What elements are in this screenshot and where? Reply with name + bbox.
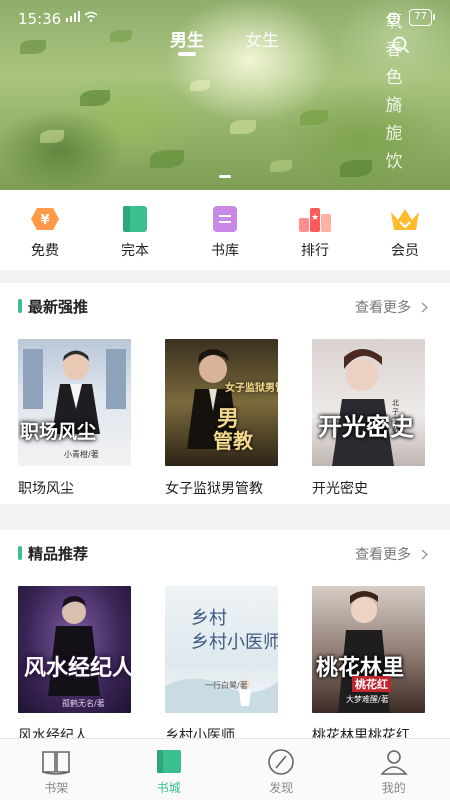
category-nav: ¥ 免费 完本 书库 ★ 排行 会员 xyxy=(0,190,450,270)
wifi-icon xyxy=(84,11,98,22)
category-free[interactable]: ¥ 免费 xyxy=(0,190,90,270)
tab-active-indicator xyxy=(178,52,196,56)
cover-title: 女子监狱男管教 xyxy=(225,383,278,394)
cover-author: 北子衣 著 xyxy=(392,399,399,434)
book-cover[interactable]: 开光密史 北子衣 著 xyxy=(312,339,425,466)
book-row: 风水经纪人 孤鹤无名/著 风水经纪人 乡村 乡村小医师 一行白鹭/著 乡村小医师… xyxy=(18,586,425,745)
section-accent-bar xyxy=(18,546,22,560)
nav-discover[interactable]: 发现 xyxy=(225,739,338,800)
coin-icon: ¥ xyxy=(28,204,62,234)
book-card[interactable]: 职场风尘 小青柑/著 职场风尘 xyxy=(18,339,131,498)
signal-icon xyxy=(66,11,80,22)
book-icon xyxy=(118,204,152,234)
nav-label: 我的 xyxy=(381,781,406,795)
book-title: 女子监狱男管教 xyxy=(165,481,263,497)
cover-figure xyxy=(332,349,394,466)
see-more-label: 查看更多 xyxy=(355,547,411,563)
section-latest-recommend: 最新强推 查看更多 职场风尘 小青柑/著 职场风尘 男 管教 女子监狱男管教 女… xyxy=(0,283,450,504)
see-more-link[interactable]: 查看更多 xyxy=(355,297,428,317)
cover-subtitle: 桃花红 xyxy=(352,676,391,692)
cover-title: 管教 xyxy=(213,429,253,453)
category-library[interactable]: 书库 xyxy=(180,190,270,270)
cover-title: 乡村小医师 xyxy=(191,632,278,653)
leaf-decoration xyxy=(270,160,292,172)
nav-label: 发现 xyxy=(269,781,294,795)
category-label: 完本 xyxy=(121,243,149,259)
book-cover[interactable]: 桃花林里 桃花红 大梦难醒/著 xyxy=(312,586,425,713)
book-cover[interactable]: 职场风尘 小青柑/著 xyxy=(18,339,131,466)
nav-label: 书架 xyxy=(44,781,69,795)
tab-male[interactable]: 男生 xyxy=(170,26,204,51)
banner-carousel[interactable]: 氧春色旖旎饮 15:36 77 男生 女生 xyxy=(0,0,450,190)
rank-icon: ★ xyxy=(298,204,332,234)
cover-title: 风水经纪人 xyxy=(24,655,131,681)
book-cover[interactable]: 乡村 乡村小医师 一行白鹭/著 xyxy=(165,586,278,713)
leaf-decoration xyxy=(150,150,184,168)
nav-bookshelf[interactable]: 书架 xyxy=(0,739,113,800)
leaf-decoration xyxy=(40,130,64,143)
category-label: 排行 xyxy=(301,243,329,259)
section-header: 最新强推 查看更多 xyxy=(0,283,450,327)
cover-title: 乡村 xyxy=(191,608,227,629)
category-label: 书库 xyxy=(211,243,239,259)
see-more-link[interactable]: 查看更多 xyxy=(355,544,428,564)
compass-icon xyxy=(268,749,295,775)
chevron-right-icon xyxy=(421,548,428,560)
svg-text:¥: ¥ xyxy=(40,213,49,228)
book-card[interactable]: 桃花林里 桃花红 大梦难醒/著 桃花林里桃花红 xyxy=(312,586,425,745)
library-icon xyxy=(208,204,242,234)
section-header: 精品推荐 查看更多 xyxy=(0,530,450,574)
cover-author: 小青柑/著 xyxy=(64,450,99,459)
chevron-right-icon xyxy=(421,301,428,313)
cover-author: 一行白鹭/著 xyxy=(205,681,248,690)
cover-title: 职场风尘 xyxy=(20,421,97,443)
bottom-nav: 书架 书城 发现 我的 xyxy=(0,738,450,800)
search-icon xyxy=(392,36,409,53)
search-button[interactable] xyxy=(390,34,412,56)
book-cover[interactable]: 男 管教 女子监狱男管教 xyxy=(165,339,278,466)
category-label: 免费 xyxy=(31,243,59,259)
leaf-decoration xyxy=(300,110,328,125)
book-card[interactable]: 风水经纪人 孤鹤无名/著 风水经纪人 xyxy=(18,586,131,745)
nav-label: 书城 xyxy=(156,781,181,795)
book-cover[interactable]: 风水经纪人 孤鹤无名/著 xyxy=(18,586,131,713)
profile-icon xyxy=(380,750,408,775)
leaf-decoration xyxy=(340,160,372,177)
crown-icon xyxy=(388,204,422,234)
gender-tabs: 男生 女生 xyxy=(0,26,450,62)
see-more-label: 查看更多 xyxy=(355,300,411,316)
book-title: 职场风尘 xyxy=(18,481,74,497)
book-card[interactable]: 男 管教 女子监狱男管教 女子监狱男管教 xyxy=(165,339,278,498)
section-title: 最新强推 xyxy=(28,298,89,316)
carousel-indicator xyxy=(219,175,231,178)
tab-female[interactable]: 女生 xyxy=(245,26,279,51)
bookstore-icon xyxy=(156,750,181,773)
cover-author: 孤鹤无名/著 xyxy=(62,699,105,708)
section-accent-bar xyxy=(18,299,22,313)
section-premium-recommend: 精品推荐 查看更多 风水经纪人 孤鹤无名/著 风水经纪人 乡村 乡村小医师 一行… xyxy=(0,530,450,744)
battery-indicator: 77 xyxy=(409,9,435,26)
status-icons xyxy=(66,11,98,22)
bookshelf-icon xyxy=(42,751,71,775)
svg-text:★: ★ xyxy=(311,213,319,223)
leaf-decoration xyxy=(190,80,210,91)
book-card[interactable]: 乡村 乡村小医师 一行白鹭/著 乡村小医师 xyxy=(165,586,278,745)
category-completed[interactable]: 完本 xyxy=(90,190,180,270)
leaf-decoration xyxy=(230,120,256,134)
category-vip[interactable]: 会员 xyxy=(360,190,450,270)
section-title: 精品推荐 xyxy=(28,545,89,563)
alarm-icon xyxy=(388,12,401,24)
nav-profile[interactable]: 我的 xyxy=(338,739,450,800)
leaf-decoration xyxy=(80,90,110,106)
book-row: 职场风尘 小青柑/著 职场风尘 男 管教 女子监狱男管教 女子监狱男管教 开光密… xyxy=(18,339,425,498)
book-card[interactable]: 开光密史 北子衣 著 开光密史 xyxy=(312,339,425,498)
nav-bookstore[interactable]: 书城 xyxy=(113,739,226,800)
status-right: 77 xyxy=(387,9,435,26)
category-label: 会员 xyxy=(391,243,419,259)
book-title: 开光密史 xyxy=(312,481,368,497)
cover-author: 大梦难醒/著 xyxy=(346,695,389,704)
cover-figure xyxy=(23,349,126,434)
category-ranking[interactable]: ★ 排行 xyxy=(270,190,360,270)
